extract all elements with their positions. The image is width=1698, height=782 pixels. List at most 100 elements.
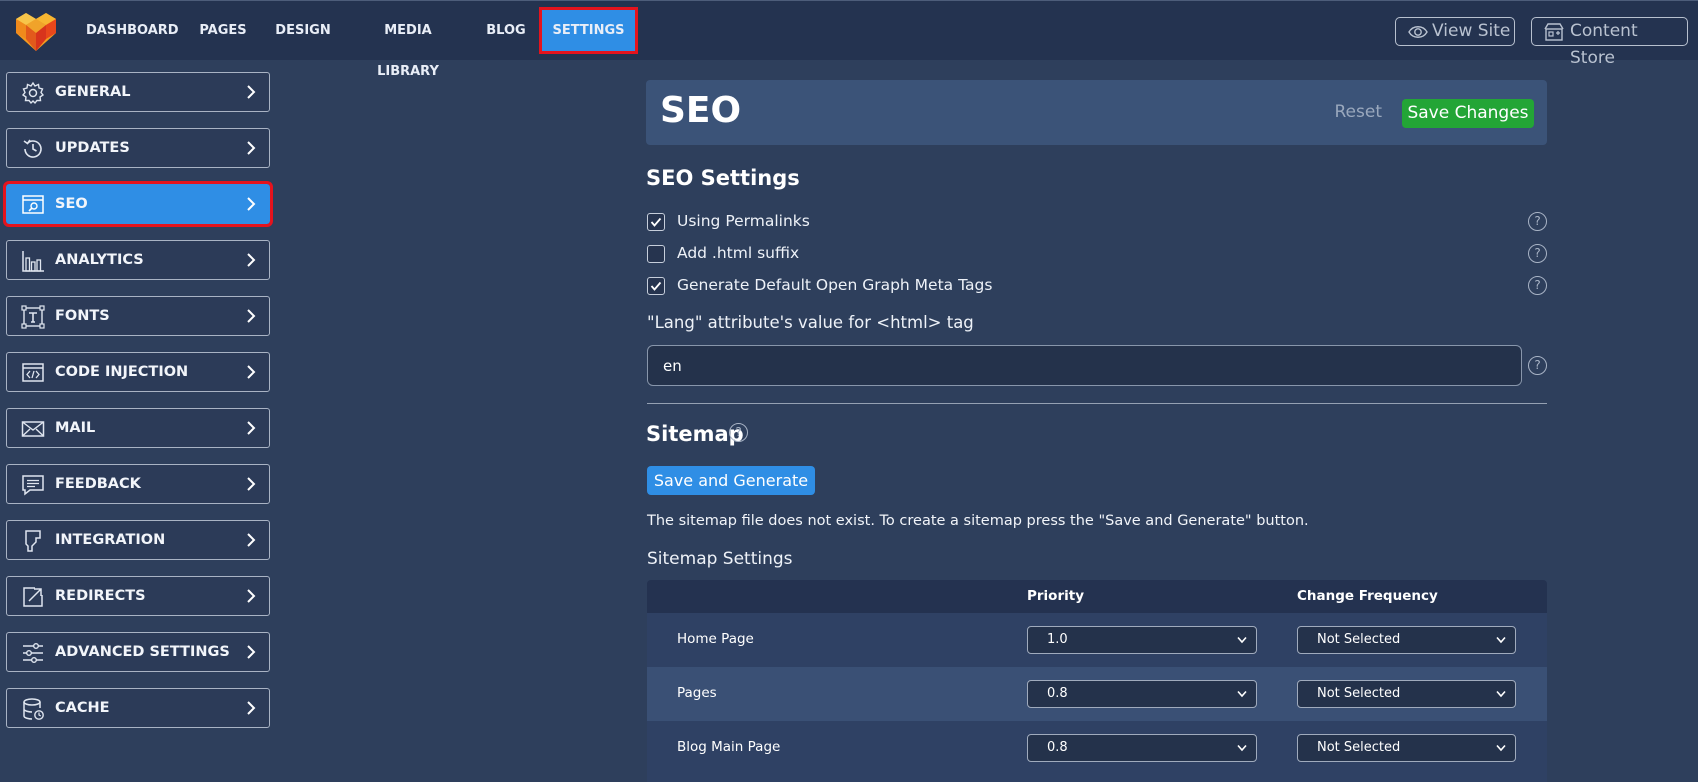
integration-icon: [25, 530, 41, 552]
checkbox-label: Generate Default Open Graph Meta Tags: [677, 276, 993, 294]
sidebar-item-label: FEEDBACK: [55, 476, 141, 492]
save-changes-button[interactable]: Save Changes: [1402, 99, 1534, 128]
sidebar-item-cache[interactable]: CACHE: [6, 688, 270, 728]
chevron-down-icon: [1237, 744, 1247, 752]
priority-select[interactable]: 0.8: [1027, 734, 1257, 762]
sidebar-item-redirects[interactable]: REDIRECTS: [6, 576, 270, 616]
chevron-down-icon: [1496, 690, 1506, 698]
change-frequency-select[interactable]: Not Selected: [1297, 680, 1516, 708]
select-value: Not Selected: [1317, 740, 1401, 755]
font-icon: [21, 305, 45, 329]
seo-settings-heading: SEO Settings: [646, 166, 800, 190]
select-value: Not Selected: [1317, 632, 1401, 647]
history-icon: [23, 139, 42, 158]
reset-button[interactable]: Reset: [1335, 102, 1383, 122]
chevron-down-icon: [1496, 636, 1506, 644]
row-name: Blog Main Page: [677, 739, 781, 755]
help-icon[interactable]: ?: [1528, 276, 1547, 295]
check-icon: [650, 217, 662, 227]
sidebar-item-advanced-settings[interactable]: ADVANCED SETTINGS: [6, 632, 270, 672]
chevron-right-icon: [247, 645, 256, 659]
chevron-right-icon: [247, 85, 256, 99]
help-icon[interactable]: ?: [1528, 244, 1547, 263]
change-frequency-select[interactable]: Not Selected: [1297, 626, 1516, 654]
code-icon: [22, 363, 44, 382]
chevron-right-icon: [247, 309, 256, 323]
page-title: SEO: [660, 90, 742, 131]
chevron-down-icon: [1237, 690, 1247, 698]
view-site-button[interactable]: View Site: [1395, 17, 1515, 46]
help-icon[interactable]: ?: [1528, 212, 1547, 231]
redirect-icon: [23, 587, 43, 607]
help-icon[interactable]: ?: [729, 423, 748, 442]
table-row: Pages 0.8 Not Selected: [647, 667, 1547, 721]
sidebar-item-seo[interactable]: SEO: [3, 181, 273, 227]
sidebar-item-label: ADVANCED SETTINGS: [55, 644, 230, 660]
sidebar-item-analytics[interactable]: ANALYTICS: [6, 240, 270, 280]
chevron-right-icon: [247, 197, 256, 211]
select-value: Not Selected: [1317, 686, 1401, 701]
column-header-priority: Priority: [1027, 588, 1084, 604]
select-value: 0.8: [1047, 686, 1068, 701]
sidebar-item-label: CODE INJECTION: [55, 364, 189, 380]
chevron-right-icon: [247, 141, 256, 155]
sidebar-item-label: SEO: [55, 196, 88, 212]
nav-settings[interactable]: SETTINGS: [539, 7, 638, 54]
content-store-button[interactable]: Content Store: [1531, 17, 1688, 68]
logo-icon[interactable]: [14, 11, 58, 53]
chevron-down-icon: [1496, 744, 1506, 752]
nav-pages[interactable]: PAGES: [196, 10, 250, 51]
row-name: Home Page: [677, 631, 754, 647]
bar-chart-icon: [22, 251, 44, 272]
table-row: Blog Main Page 0.8 Not Selected: [647, 721, 1547, 782]
chevron-right-icon: [247, 701, 256, 715]
sidebar-item-feedback[interactable]: FEEDBACK: [6, 464, 270, 504]
sidebar-item-label: MAIL: [55, 420, 96, 436]
check-icon: [650, 281, 662, 291]
priority-select[interactable]: 1.0: [1027, 626, 1257, 654]
sidebar-item-general[interactable]: GENERAL: [6, 72, 270, 112]
sidebar-item-label: UPDATES: [55, 140, 130, 156]
nav-dashboard[interactable]: DASHBOARD: [86, 10, 179, 51]
sliders-icon: [23, 643, 43, 664]
row-name: Pages: [677, 685, 717, 701]
database-icon: [23, 698, 44, 720]
change-frequency-select[interactable]: Not Selected: [1297, 734, 1516, 762]
chevron-right-icon: [247, 253, 256, 267]
sitemap-info-text: The sitemap file does not exist. To crea…: [647, 513, 1309, 529]
sidebar-item-code-injection[interactable]: CODE INJECTION: [6, 352, 270, 392]
chevron-right-icon: [247, 533, 256, 547]
sidebar-item-mail[interactable]: MAIL: [6, 408, 270, 448]
html-suffix-checkbox[interactable]: [647, 245, 665, 263]
chevron-right-icon: [247, 365, 256, 379]
column-header-change-frequency: Change Frequency: [1297, 588, 1438, 604]
divider: [647, 403, 1547, 404]
sidebar-item-label: FONTS: [55, 308, 110, 324]
feedback-icon: [22, 475, 44, 496]
mail-icon: [21, 421, 45, 437]
priority-select[interactable]: 0.8: [1027, 680, 1257, 708]
save-and-generate-button[interactable]: Save and Generate: [647, 466, 815, 495]
checkbox-label: Using Permalinks: [677, 212, 810, 230]
sidebar-item-label: ANALYTICS: [55, 252, 144, 268]
lang-attribute-label: "Lang" attribute's value for <html> tag: [647, 313, 974, 332]
help-icon[interactable]: ?: [1528, 356, 1547, 375]
sidebar-item-integration[interactable]: INTEGRATION: [6, 520, 270, 560]
nav-media-library[interactable]: MEDIA LIBRARY: [357, 10, 459, 79]
top-navbar: DASHBOARD PAGES DESIGN MEDIA LIBRARY BLO…: [0, 0, 1698, 79]
seo-search-icon: [22, 195, 44, 214]
chevron-right-icon: [247, 589, 256, 603]
select-value: 0.8: [1047, 740, 1068, 755]
nav-blog[interactable]: BLOG: [485, 10, 527, 51]
content-store-label: Content Store: [1570, 21, 1638, 68]
gear-icon: [21, 81, 45, 105]
sidebar-item-updates[interactable]: UPDATES: [6, 128, 270, 168]
using-permalinks-checkbox[interactable]: [647, 213, 665, 231]
sidebar-item-fonts[interactable]: FONTS: [6, 296, 270, 336]
nav-design[interactable]: DESIGN: [275, 10, 331, 51]
chevron-down-icon: [1237, 636, 1247, 644]
open-graph-checkbox[interactable]: [647, 277, 665, 295]
store-icon: [1544, 23, 1564, 41]
lang-attribute-input[interactable]: [647, 345, 1522, 386]
chevron-right-icon: [247, 477, 256, 491]
